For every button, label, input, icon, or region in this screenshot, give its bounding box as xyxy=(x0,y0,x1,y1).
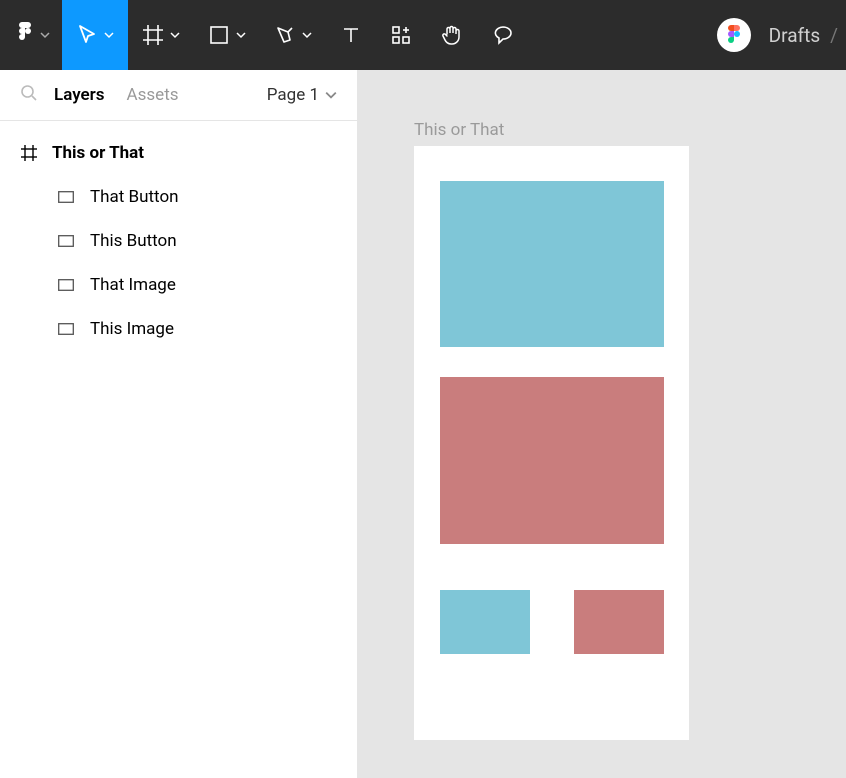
tab-layers[interactable]: Layers xyxy=(54,85,105,105)
toolbar-right: Drafts / xyxy=(717,18,846,52)
chevron-down-icon xyxy=(302,30,312,40)
text-icon xyxy=(340,24,362,46)
comment-icon xyxy=(492,24,514,46)
chevron-down-icon xyxy=(40,30,50,40)
pen-tool-button[interactable] xyxy=(260,0,326,70)
layer-label: That Image xyxy=(90,275,176,295)
pen-icon xyxy=(274,24,296,46)
chevron-down-icon xyxy=(104,30,114,40)
page-selector[interactable]: Page 1 xyxy=(267,85,337,105)
layer-label: This Image xyxy=(90,319,174,339)
frame-tool-button[interactable] xyxy=(128,0,194,70)
sidebar-tabs: Layers Assets xyxy=(54,85,179,105)
canvas-rect-that-button[interactable] xyxy=(574,590,664,654)
layer-row[interactable]: That Button xyxy=(0,175,357,219)
sidebar-header: Layers Assets Page 1 xyxy=(0,70,357,121)
move-tool-button[interactable] xyxy=(62,0,128,70)
layer-label: That Button xyxy=(90,187,179,207)
resources-icon xyxy=(390,24,412,46)
canvas-rect-this-button[interactable] xyxy=(440,590,530,654)
layer-row[interactable]: This Image xyxy=(0,307,357,351)
layer-row[interactable]: That Image xyxy=(0,263,357,307)
text-tool-button[interactable] xyxy=(326,0,376,70)
toolbar-left xyxy=(0,0,528,70)
cursor-icon xyxy=(76,24,98,46)
layer-label: This Button xyxy=(90,231,177,251)
canvas-rect-this-image[interactable] xyxy=(440,181,664,347)
chevron-down-icon xyxy=(236,30,246,40)
toolbar: Drafts / xyxy=(0,0,846,70)
rectangle-icon xyxy=(58,188,76,206)
canvas[interactable]: This or That xyxy=(358,70,846,778)
hand-tool-button[interactable] xyxy=(426,0,478,70)
comment-tool-button[interactable] xyxy=(478,0,528,70)
figma-logo-color-icon xyxy=(727,25,741,45)
tab-assets[interactable]: Assets xyxy=(127,85,179,105)
main: Layers Assets Page 1 This or That That B… xyxy=(0,70,846,778)
figma-menu-button[interactable] xyxy=(0,0,62,70)
frame-icon xyxy=(142,24,164,46)
canvas-rect-that-image[interactable] xyxy=(440,377,664,544)
canvas-frame-label[interactable]: This or That xyxy=(414,120,504,140)
breadcrumb[interactable]: Drafts / xyxy=(769,24,838,47)
canvas-frame[interactable] xyxy=(414,146,689,740)
layer-row[interactable]: This Button xyxy=(0,219,357,263)
breadcrumb-root: Drafts xyxy=(769,24,821,47)
breadcrumb-separator: / xyxy=(830,24,838,47)
chevron-down-icon xyxy=(325,89,337,101)
rectangle-icon xyxy=(58,276,76,294)
layer-row-frame[interactable]: This or That xyxy=(0,131,357,175)
rectangle-icon xyxy=(58,232,76,250)
rectangle-icon xyxy=(58,320,76,338)
user-avatar[interactable] xyxy=(717,18,751,52)
layer-label: This or That xyxy=(52,143,144,163)
layers-panel: This or That That Button This Button Tha… xyxy=(0,121,357,361)
resources-tool-button[interactable] xyxy=(376,0,426,70)
frame-icon xyxy=(20,144,38,162)
hand-icon xyxy=(440,23,464,47)
figma-logo-icon xyxy=(16,22,34,48)
chevron-down-icon xyxy=(170,30,180,40)
sidebar: Layers Assets Page 1 This or That That B… xyxy=(0,70,358,778)
search-icon[interactable] xyxy=(20,84,38,106)
shape-tool-button[interactable] xyxy=(194,0,260,70)
rectangle-icon xyxy=(208,24,230,46)
page-selector-label: Page 1 xyxy=(267,85,319,105)
